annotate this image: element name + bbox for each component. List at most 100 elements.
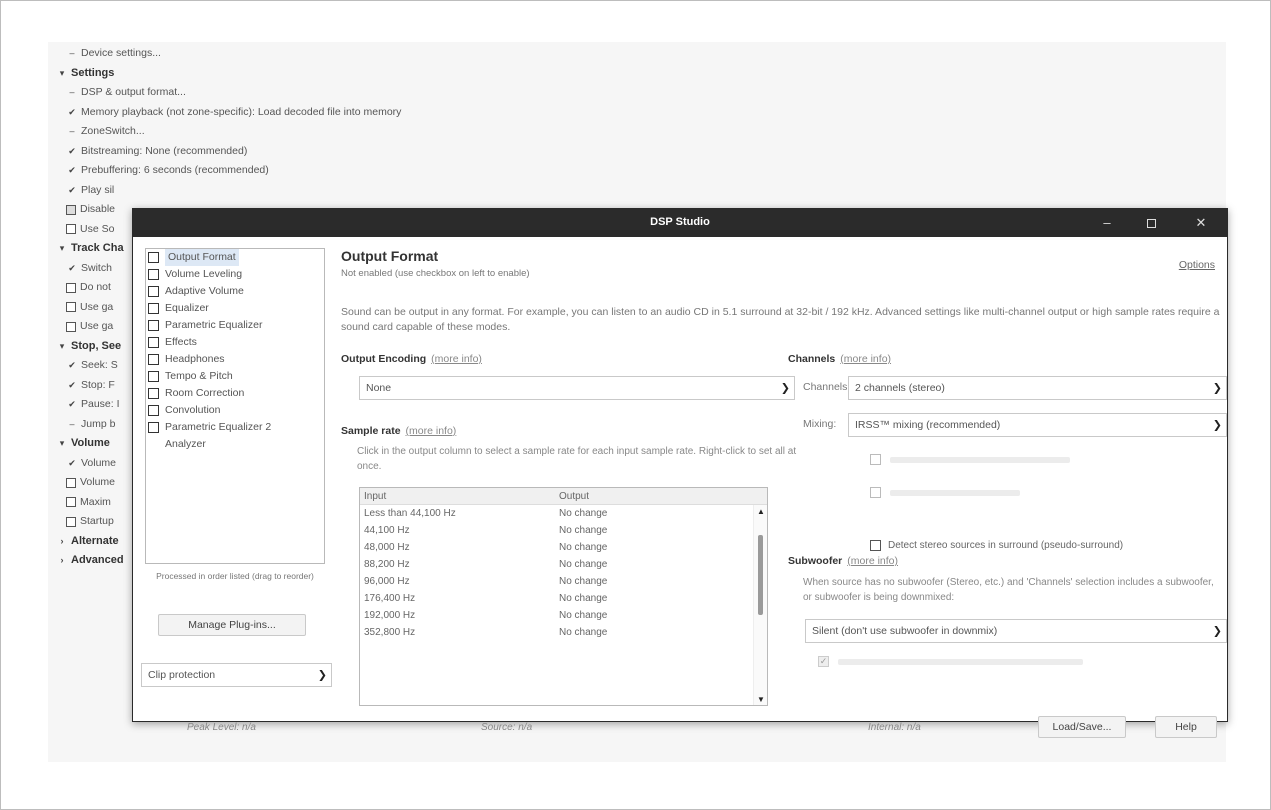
checkmark-icon: ✔	[68, 360, 76, 370]
subwoofer-option-checkbox[interactable]: ✓	[818, 656, 829, 667]
tree-row[interactable]: ▾ Settings	[56, 64, 616, 84]
plugin-checkbox[interactable]	[148, 252, 159, 263]
output-rate-cell[interactable]: No change	[555, 607, 767, 624]
scrollbar[interactable]: ▲ ▼	[753, 505, 767, 705]
channels-value: 2 channels (stereo)	[855, 382, 945, 394]
help-button[interactable]: Help	[1155, 716, 1217, 738]
output-rate-cell[interactable]: No change	[555, 573, 767, 590]
maximize-button[interactable]	[1131, 209, 1171, 237]
tree-row-label: Maxim	[80, 495, 111, 508]
sample-rate-table[interactable]: Input Output Less than 44,100 Hz No chang…	[359, 487, 768, 706]
plugin-item[interactable]: Equalizer	[146, 300, 324, 317]
output-rate-cell[interactable]: No change	[555, 624, 767, 641]
tree-row-label: Use ga	[80, 320, 114, 332]
tree-row-label: Prebuffering: 6 seconds (recommended)	[81, 164, 269, 176]
output-rate-cell[interactable]: No change	[555, 505, 767, 522]
tree-row-label: Settings	[71, 66, 115, 79]
sample-rate-description: Click in the output column to select a s…	[357, 446, 797, 472]
detect-stereo-checkbox[interactable]	[870, 540, 881, 551]
plugin-checkbox[interactable]	[148, 337, 159, 348]
column-header-output[interactable]: Output	[555, 488, 767, 504]
table-row[interactable]: 88,200 Hz No change	[360, 556, 767, 573]
plugin-item[interactable]: Volume Leveling	[146, 266, 324, 283]
plugin-list[interactable]: Output Format Volume Leveling Adaptive Vol…	[145, 248, 325, 564]
page-title: Output Format	[341, 248, 439, 264]
output-rate-cell[interactable]: No change	[555, 522, 767, 539]
table-row[interactable]: Less than 44,100 Hz No change	[360, 505, 767, 522]
plugin-checkbox[interactable]	[148, 371, 159, 382]
plugin-item[interactable]: Parametric Equalizer	[146, 317, 324, 334]
tree-row[interactable]: – Device settings...	[56, 44, 616, 64]
plugin-item[interactable]: Convolution	[146, 402, 324, 419]
plugin-item[interactable]: Analyzer	[146, 436, 324, 453]
plugin-checkbox[interactable]	[148, 422, 159, 433]
collapse-arrow-icon: ▾	[59, 67, 65, 78]
tree-row[interactable]: – DSP & output format...	[56, 83, 616, 103]
plugin-checkbox[interactable]	[148, 286, 159, 297]
scrollbar-thumb[interactable]	[758, 535, 763, 615]
plugin-checkbox[interactable]	[148, 388, 159, 399]
options-link[interactable]: Options	[1179, 259, 1215, 271]
table-row[interactable]: 352,800 Hz No change	[360, 624, 767, 641]
tree-row-label: Jump b	[81, 417, 116, 430]
scroll-down-icon[interactable]: ▼	[754, 695, 768, 704]
plugin-item[interactable]: Headphones	[146, 351, 324, 368]
subwoofer-select[interactable]: Silent (don't use subwoofer in downmix) …	[805, 619, 1227, 643]
tree-row[interactable]: ✔ Prebuffering: 6 seconds (recommended)	[56, 161, 616, 181]
clip-protection-select[interactable]: Clip protection ❯	[141, 663, 332, 687]
checkmark-icon: ✔	[68, 145, 76, 156]
plugin-checkbox[interactable]	[148, 354, 159, 365]
output-rate-cell[interactable]: No change	[555, 539, 767, 556]
mixing-select[interactable]: IRSS™ mixing (recommended) ❯	[848, 413, 1227, 437]
plugin-item[interactable]: Parametric Equalizer 2	[146, 419, 324, 436]
plugin-item[interactable]: Effects	[146, 334, 324, 351]
more-info-link-subwoofer[interactable]: (more info)	[847, 555, 898, 567]
scroll-up-icon[interactable]: ▲	[754, 507, 768, 516]
plugin-checkbox[interactable]	[148, 320, 159, 331]
plugin-item[interactable]: Room Correction	[146, 385, 324, 402]
collapse-arrow-icon: ▾	[59, 340, 65, 351]
dialog-titlebar[interactable]: DSP Studio – ✕	[133, 209, 1227, 237]
table-row[interactable]: 192,000 Hz No change	[360, 607, 767, 624]
plugin-item-label: Effects	[165, 336, 197, 348]
tree-row[interactable]: ✔ Play sil	[56, 181, 616, 201]
input-rate-cell: Less than 44,100 Hz	[364, 508, 456, 519]
more-info-link-encoding[interactable]: (more info)	[431, 353, 482, 365]
chevron-down-icon: ❯	[317, 669, 327, 682]
tree-row-label: DSP & output format...	[81, 86, 186, 98]
table-row[interactable]: 96,000 Hz No change	[360, 573, 767, 590]
table-row[interactable]: 44,100 Hz No change	[360, 522, 767, 539]
checkmark-icon: ✔	[68, 184, 76, 195]
input-rate-cell: 176,400 Hz	[364, 593, 416, 604]
minimize-button[interactable]: –	[1087, 209, 1127, 237]
output-encoding-heading: Output Encoding (more info)	[341, 353, 482, 365]
close-button[interactable]: ✕	[1181, 209, 1221, 237]
channel-option-checkbox-2[interactable]	[870, 487, 881, 498]
more-info-link-channels[interactable]: (more info)	[840, 353, 891, 365]
manage-plugins-button[interactable]: Manage Plug-ins...	[158, 614, 306, 636]
load-save-button[interactable]: Load/Save...	[1038, 716, 1126, 738]
output-encoding-value: None	[366, 382, 392, 394]
tree-row[interactable]: – ZoneSwitch...	[56, 122, 616, 142]
plugin-item[interactable]: Adaptive Volume	[146, 283, 324, 300]
plugin-item[interactable]: Output Format	[146, 249, 324, 266]
output-rate-cell[interactable]: No change	[555, 590, 767, 607]
output-rate-cell[interactable]: No change	[555, 556, 767, 573]
plugin-item[interactable]: Tempo & Pitch	[146, 368, 324, 385]
channel-option-checkbox-1[interactable]	[870, 454, 881, 465]
tree-row[interactable]: ✔ Bitstreaming: None (recommended)	[56, 142, 616, 162]
more-info-link-sample-rate[interactable]: (more info)	[406, 425, 457, 437]
plugin-checkbox[interactable]	[148, 269, 159, 280]
channels-select[interactable]: 2 channels (stereo) ❯	[848, 376, 1227, 400]
checkbox-icon	[66, 204, 76, 215]
table-row[interactable]: 176,400 Hz No change	[360, 590, 767, 607]
output-encoding-select[interactable]: None ❯	[359, 376, 795, 400]
dialog-title: DSP Studio	[650, 216, 710, 228]
tree-row[interactable]: ✔ Memory playback (not zone-specific): Lo…	[56, 103, 616, 123]
checkbox-icon	[66, 224, 76, 235]
plugin-checkbox[interactable]	[148, 303, 159, 314]
table-row[interactable]: 48,000 Hz No change	[360, 539, 767, 556]
plugin-checkbox[interactable]	[148, 405, 159, 416]
column-header-input[interactable]: Input	[360, 488, 555, 504]
dash-icon: –	[69, 48, 75, 58]
